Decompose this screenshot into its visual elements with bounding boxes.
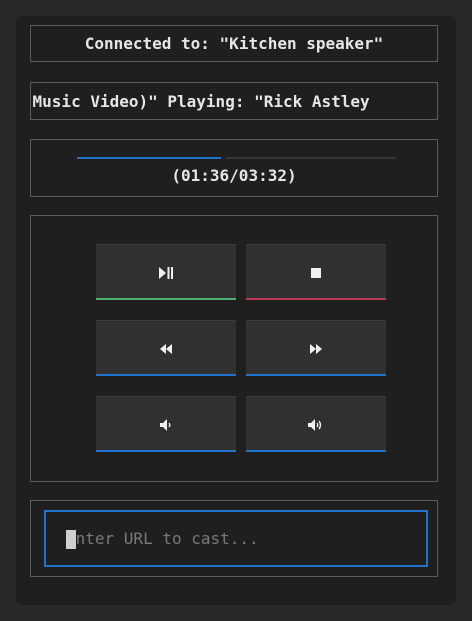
progress-bar-elapsed[interactable] — [77, 157, 221, 159]
volume-down-accent — [96, 450, 236, 452]
rewind-button[interactable] — [96, 320, 236, 376]
cast-player-window: Connected to: "Kitchen speaker" ial Musi… — [16, 16, 456, 605]
connection-status-text: Connected to: "Kitchen speaker" — [84, 34, 384, 53]
volume-up-accent — [246, 450, 386, 452]
fast-forward-accent — [246, 374, 386, 376]
volume-up-button[interactable] — [246, 396, 386, 452]
progress-panel: (01:36/03:32) — [30, 139, 438, 197]
stop-button[interactable] — [246, 244, 386, 300]
rewind-icon — [160, 343, 172, 354]
url-input[interactable] — [46, 512, 426, 565]
volume-down-icon — [160, 418, 171, 431]
url-panel — [30, 500, 438, 577]
url-input-frame — [44, 510, 428, 567]
volume-down-button[interactable] — [96, 396, 236, 452]
time-label: (01:36/03:32) — [171, 166, 297, 185]
stop-accent — [246, 298, 386, 300]
progress-bar-remaining[interactable] — [226, 157, 396, 159]
connection-status: Connected to: "Kitchen speaker" — [30, 25, 438, 62]
volume-up-icon — [308, 418, 322, 431]
play-pause-button[interactable] — [96, 244, 236, 300]
playback-controls — [30, 215, 438, 482]
rewind-accent — [96, 374, 236, 376]
now-playing-marquee: ial Music Video)" Playing: "Rick Astley — [30, 82, 438, 120]
now-playing-text: ial Music Video)" Playing: "Rick Astley — [30, 92, 370, 111]
fast-forward-icon — [310, 343, 322, 354]
play-pause-icon — [159, 266, 173, 279]
stop-icon — [311, 267, 321, 278]
fast-forward-button[interactable] — [246, 320, 386, 376]
play-pause-accent — [96, 298, 236, 300]
